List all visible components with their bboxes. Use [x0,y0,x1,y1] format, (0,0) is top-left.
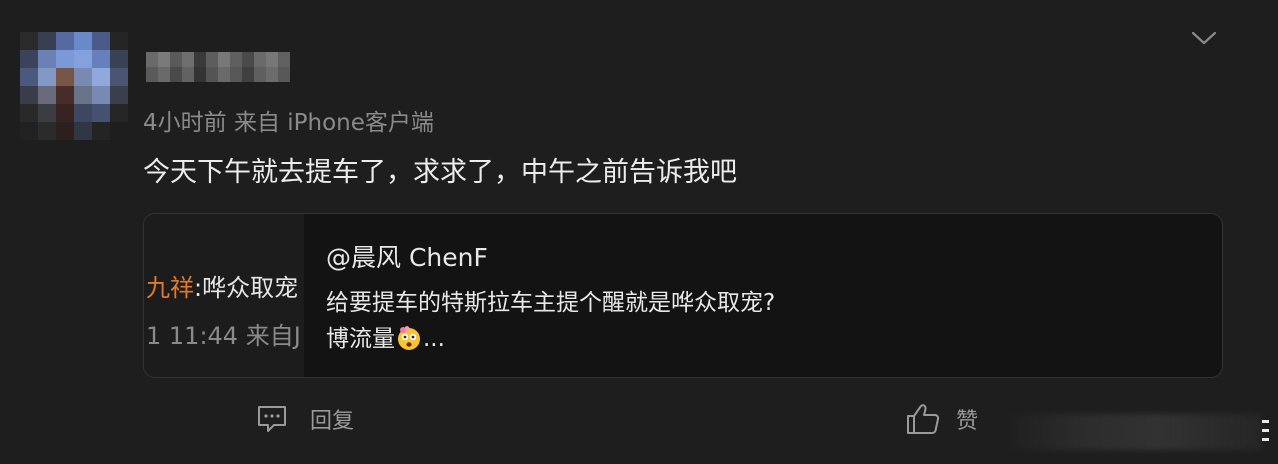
comment-icon [258,406,286,432]
quoted-post-line-1: 给要提车的特斯拉车主提个醒就是哗众取宠? [326,290,776,316]
astonished-face-emoji [398,326,420,350]
comment-meta: 4小时前 来自 iPhone客户端 [143,110,434,136]
username-redacted[interactable] [146,52,290,82]
like-button[interactable]: 赞 [906,403,978,435]
quoted-post-card[interactable]: 九祥:哗众取宠 1 11:44 来自J @晨风 ChenF 给要提车的特斯拉车主… [143,213,1223,378]
thumbnail-text: :哗众取宠 [194,274,299,302]
quoted-post-line-2-text: 博流量 [326,326,395,352]
quoted-post-content[interactable]: @晨风 ChenF 给要提车的特斯拉车主提个醒就是哗众取宠? 博流量 ... [304,214,1222,377]
thumbnail-time: 1 11:44 来自J [146,322,301,350]
chevron-down-icon[interactable] [1190,28,1218,48]
quoted-post-text: 给要提车的特斯拉车主提个醒就是哗众取宠? 博流量 ... [326,285,775,357]
thumbnail-name: 九祥 [146,274,194,302]
thumbnail-text-line: 九祥:哗众取宠 [146,268,298,303]
quoted-post-author[interactable]: @晨风 ChenF [326,238,488,274]
thumbs-up-icon [907,404,940,434]
quoted-post-thumbnail[interactable]: 九祥:哗众取宠 1 11:44 来自J [144,214,304,377]
like-label: 赞 [956,409,979,434]
avatar[interactable] [20,32,128,140]
comment-text: 今天下午就去提车了，求求了，中午之前告诉我吧 [143,157,737,188]
quoted-post-line-2: 博流量 ... [326,321,775,357]
reply-label: 回复 [310,409,355,434]
reply-button[interactable]: 回复 [256,403,354,435]
more-indicator-icon[interactable] [1262,420,1270,446]
blurred-reactions [1000,414,1262,450]
quoted-post-ellipsis: ... [423,326,445,352]
